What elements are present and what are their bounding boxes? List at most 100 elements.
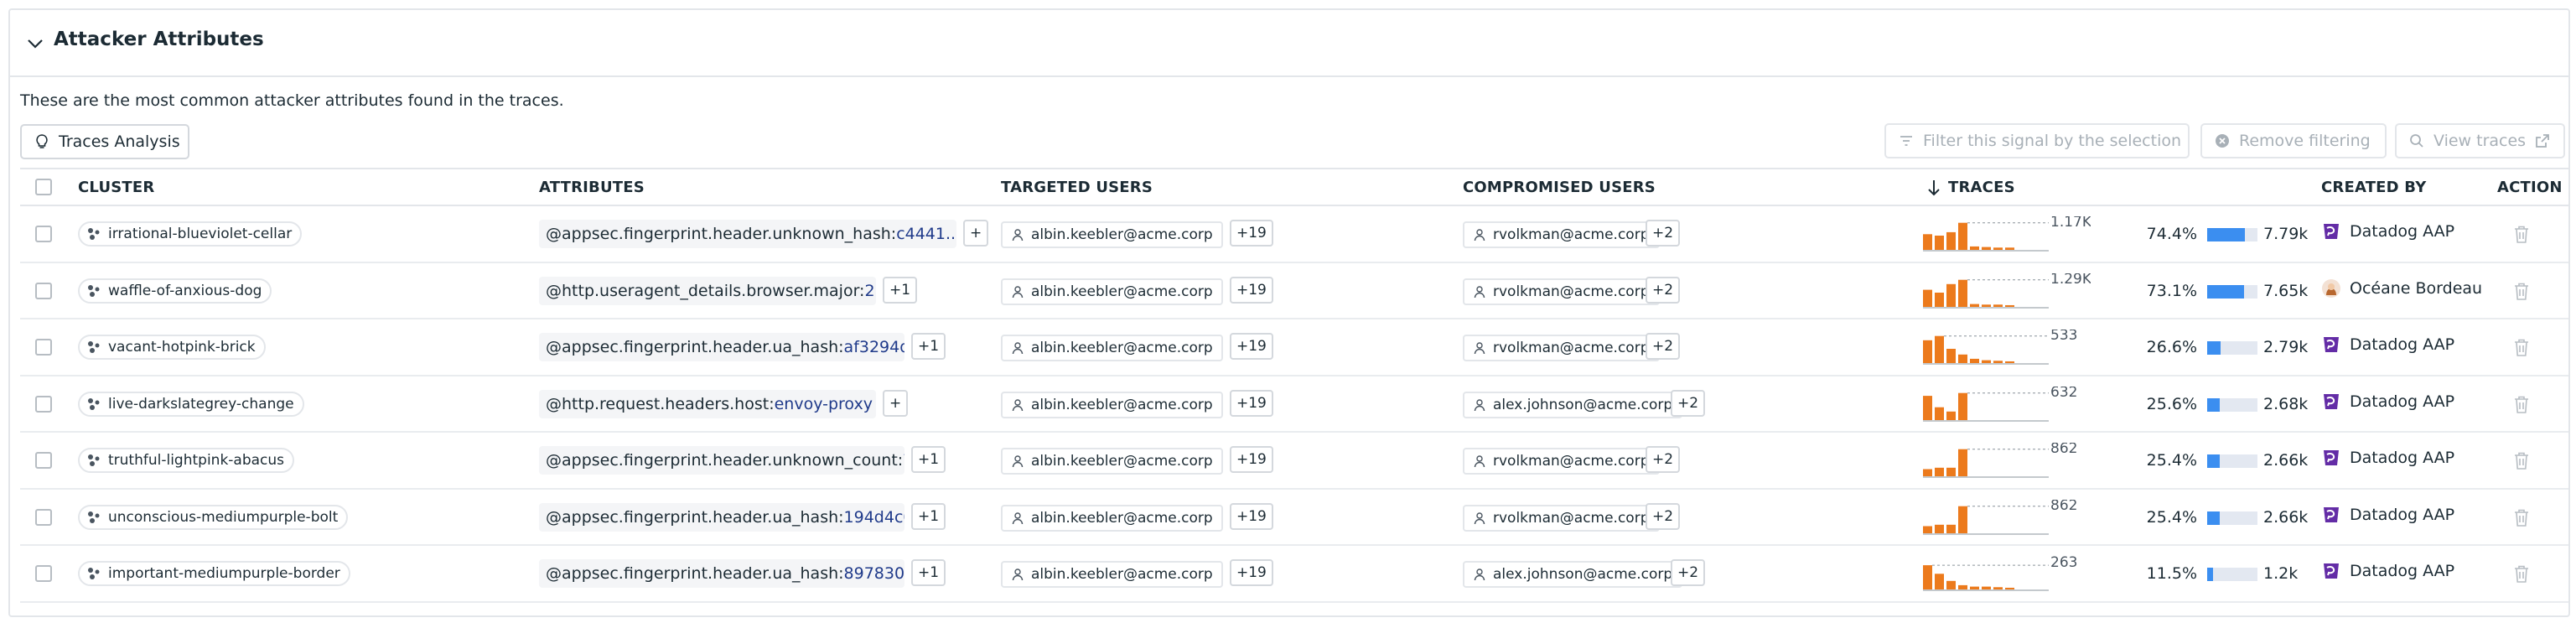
targeted-users-more-button[interactable]: +19: [1230, 446, 1273, 473]
attribute-more-button[interactable]: +1: [911, 446, 946, 473]
targeted-user-chip[interactable]: albin.keebler@acme.corp: [1001, 221, 1223, 248]
column-header-compromised-users[interactable]: COMPROMISED USERS: [1463, 179, 1656, 196]
traces-share-bar: [2207, 511, 2257, 525]
table-row[interactable]: truthful-lightpink-abacus @appsec.finger…: [20, 433, 2568, 490]
datadog-aap-logo-icon: [2324, 393, 2339, 409]
trash-icon[interactable]: [2512, 338, 2531, 358]
compromised-user-chip[interactable]: rvolkman@acme.corp: [1463, 504, 1660, 532]
sparkline-peak-label: 533: [2050, 330, 2077, 344]
table-row[interactable]: vacant-hotpink-brick @appsec.fingerprint…: [20, 319, 2568, 376]
attribute-chip[interactable]: @http.request.headers.host: envoy-proxy: [539, 389, 876, 418]
table-row[interactable]: waffle-of-anxious-dog @http.useragent_de…: [20, 263, 2568, 319]
attribute-more-button[interactable]: +1: [911, 502, 946, 530]
targeted-users-more-button[interactable]: +19: [1230, 220, 1273, 247]
traces-sparkline[interactable]: 1.17K: [1923, 216, 2091, 255]
trash-icon[interactable]: [2512, 564, 2531, 584]
trash-icon[interactable]: [2512, 225, 2531, 245]
table-row[interactable]: unconscious-mediumpurple-bolt @appsec.fi…: [20, 490, 2568, 546]
cluster-tag[interactable]: vacant-hotpink-brick: [78, 335, 266, 360]
attribute-chip[interactable]: @appsec.fingerprint.header.unknown_hash:…: [539, 220, 956, 248]
targeted-user-chip[interactable]: albin.keebler@acme.corp: [1001, 448, 1223, 475]
traces-sparkline[interactable]: 263: [1923, 556, 2091, 594]
cluster-tag[interactable]: live-darkslategrey-change: [78, 391, 304, 417]
trash-icon[interactable]: [2512, 395, 2531, 415]
sort-arrow-down-icon[interactable]: [1926, 179, 1941, 197]
traces-count: 2.79k: [2263, 338, 2309, 356]
column-header-created-by[interactable]: CREATED BY: [2321, 179, 2426, 196]
compromised-users-more-button[interactable]: +2: [1646, 333, 1681, 360]
compromised-user-chip[interactable]: alex.johnson@acme.corp: [1463, 561, 1683, 588]
cluster-tag[interactable]: important-mediumpurple-border: [78, 561, 350, 586]
targeted-users-more-button[interactable]: +19: [1230, 559, 1273, 586]
traces-sparkline[interactable]: 1.29K: [1923, 273, 2091, 312]
traces-analysis-button[interactable]: Traces Analysis: [20, 124, 189, 159]
traces-sparkline[interactable]: 862: [1923, 443, 2091, 481]
row-checkbox[interactable]: [35, 339, 52, 356]
column-header-attributes[interactable]: ATTRIBUTES: [539, 179, 645, 196]
row-checkbox[interactable]: [35, 508, 52, 526]
table-row[interactable]: important-mediumpurple-border @appsec.fi…: [20, 546, 2568, 603]
targeted-users-more-button[interactable]: +19: [1230, 502, 1273, 530]
cluster-tag[interactable]: unconscious-mediumpurple-bolt: [78, 504, 349, 530]
table-row[interactable]: live-darkslategrey-change @http.request.…: [20, 376, 2568, 433]
compromised-user-chip[interactable]: rvolkman@acme.corp: [1463, 278, 1660, 305]
targeted-users-more-button[interactable]: +19: [1230, 276, 1273, 304]
section-title: Attacker Attributes: [54, 29, 264, 50]
targeted-user-chip[interactable]: albin.keebler@acme.corp: [1001, 391, 1223, 418]
traces-sparkline[interactable]: 632: [1923, 387, 2091, 425]
attribute-chip[interactable]: @appsec.fingerprint.header.ua_hash: af329…: [539, 333, 904, 361]
targeted-user-chip[interactable]: albin.keebler@acme.corp: [1001, 278, 1223, 305]
attribute-more-button[interactable]: +1: [911, 333, 946, 360]
compromised-users-more-button[interactable]: +2: [1646, 502, 1681, 530]
compromised-user-chip[interactable]: rvolkman@acme.corp: [1463, 221, 1660, 248]
row-checkbox[interactable]: [35, 565, 52, 582]
compromised-user-chip[interactable]: alex.johnson@acme.corp: [1463, 391, 1683, 418]
compromised-users-more-button[interactable]: +2: [1646, 446, 1681, 473]
attribute-chip[interactable]: @appsec.fingerprint.header.unknown_count…: [539, 446, 904, 475]
targeted-users-more-button[interactable]: +19: [1230, 333, 1273, 360]
filter-signal-button[interactable]: Filter this signal by the selection: [1884, 123, 2190, 158]
table-row[interactable]: irrational-blueviolet-cellar @appsec.fin…: [20, 206, 2568, 263]
row-checkbox[interactable]: [35, 452, 52, 469]
attribute-more-button[interactable]: +: [883, 389, 909, 417]
column-header-cluster[interactable]: CLUSTER: [78, 179, 154, 196]
attribute-more-button[interactable]: +1: [911, 559, 946, 586]
section-header[interactable]: Attacker Attributes: [10, 10, 2568, 77]
chevron-down-icon[interactable]: [25, 34, 45, 54]
remove-filtering-button[interactable]: Remove filtering: [2200, 123, 2387, 158]
attribute-more-button[interactable]: +1: [883, 276, 918, 304]
sparkline-bar: [1982, 586, 1991, 589]
trash-icon[interactable]: [2512, 451, 2531, 471]
targeted-user-chip[interactable]: albin.keebler@acme.corp: [1001, 561, 1223, 588]
attribute-chip[interactable]: @appsec.fingerprint.header.ua_hash: 89783…: [539, 559, 904, 588]
view-traces-button[interactable]: View traces: [2395, 123, 2565, 158]
user-icon: [1012, 568, 1024, 581]
compromised-user-chip[interactable]: rvolkman@acme.corp: [1463, 335, 1660, 361]
targeted-user-chip[interactable]: albin.keebler@acme.corp: [1001, 335, 1223, 361]
compromised-users-more-button[interactable]: +2: [1671, 559, 1706, 586]
traces-share-fill: [2207, 568, 2213, 581]
attribute-more-button[interactable]: +: [963, 220, 989, 247]
attribute-chip[interactable]: @http.useragent_details.browser.major: 2: [539, 276, 876, 305]
row-checkbox[interactable]: [35, 395, 52, 413]
cluster-tag[interactable]: truthful-lightpink-abacus: [78, 448, 295, 473]
attribute-key: @appsec.fingerprint.header.unknown_count…: [546, 451, 904, 470]
select-all-checkbox[interactable]: [35, 179, 52, 195]
row-checkbox[interactable]: [35, 226, 52, 242]
row-checkbox[interactable]: [35, 282, 52, 299]
compromised-users-more-button[interactable]: +2: [1646, 220, 1681, 247]
trash-icon[interactable]: [2512, 508, 2531, 528]
compromised-users-more-button[interactable]: +2: [1671, 389, 1706, 417]
column-header-targeted-users[interactable]: TARGETED USERS: [1001, 179, 1153, 196]
targeted-user-chip[interactable]: albin.keebler@acme.corp: [1001, 504, 1223, 532]
column-header-traces[interactable]: TRACES: [1948, 179, 2015, 196]
trash-icon[interactable]: [2512, 282, 2531, 302]
traces-sparkline[interactable]: 533: [1923, 330, 2091, 368]
cluster-tag[interactable]: waffle-of-anxious-dog: [78, 278, 272, 304]
compromised-users-more-button[interactable]: +2: [1646, 276, 1681, 304]
attribute-chip[interactable]: @appsec.fingerprint.header.ua_hash: 194d4…: [539, 502, 904, 532]
targeted-users-more-button[interactable]: +19: [1230, 389, 1273, 417]
compromised-user-chip[interactable]: rvolkman@acme.corp: [1463, 448, 1660, 475]
traces-sparkline[interactable]: 862: [1923, 500, 2091, 538]
cluster-tag[interactable]: irrational-blueviolet-cellar: [78, 221, 303, 247]
